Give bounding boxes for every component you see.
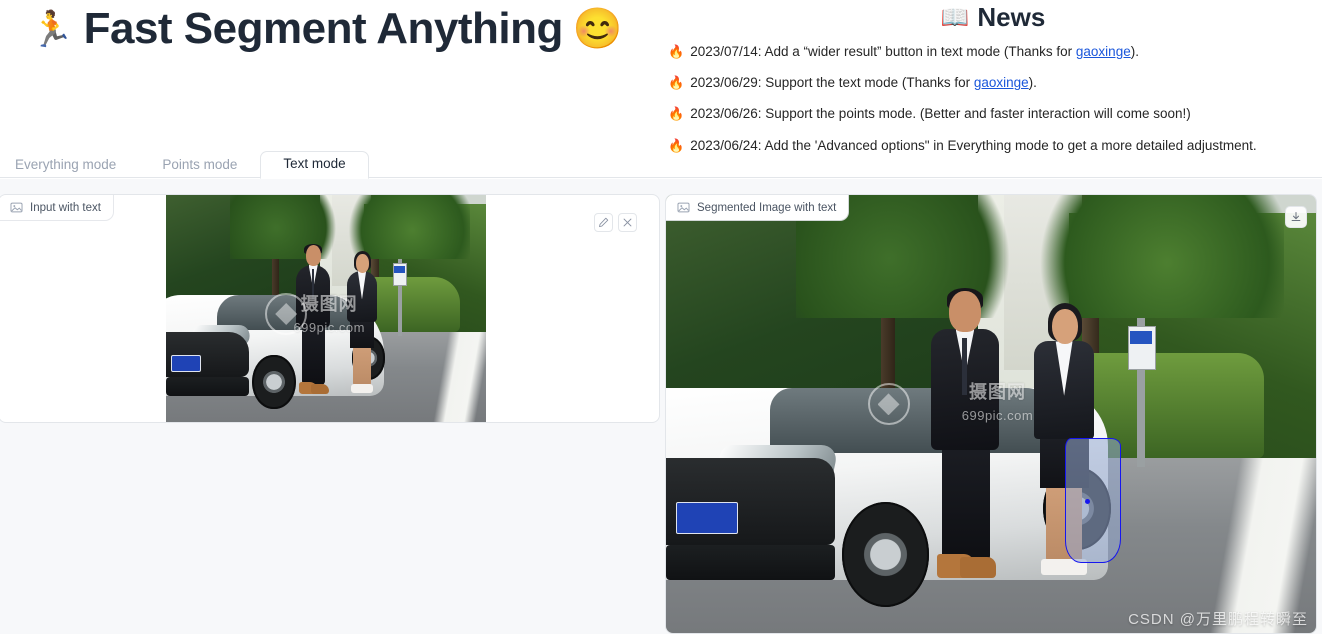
news-item-prefix: 2023/07/14: Add a “wider result” button … [690,44,1076,59]
segmented-image-panel[interactable]: 摄图网 699pic.com CSDN @万里鹏程转瞬至 Segmented I… [665,194,1317,634]
news-item: 🔥 2023/07/14: Add a “wider result” butto… [668,43,1322,61]
news-item-suffix: ). [1028,75,1037,91]
photo-car-wheel-front [252,354,296,410]
news-item-text: 2023/06/26: Support the points mode. (Be… [690,106,1191,122]
stock-watermark-logo [265,293,308,336]
news-item-suffix: ). [1130,44,1139,59]
pencil-icon [599,217,609,228]
mode-tabbar: Everything mode Points mode Text mode [0,150,1322,179]
news-section: 📖 News 🔥 2023/07/14: Add a “wider result… [664,0,1322,168]
news-item-link[interactable]: gaoxinge [1076,44,1131,59]
fire-icon: 🔥 [668,44,685,59]
news-item-prefix: 2023/06/29: Support the text mode (Thank… [690,75,974,91]
news-heading: 📖 News [664,2,1322,33]
app-root: 🏃 Fast Segment Anything 😊 📖 News 🔥 2023/… [0,0,1322,634]
download-image-button[interactable] [1285,206,1307,228]
tab-points-mode[interactable]: Points mode [139,152,260,179]
photo-foliage-right [1023,195,1284,318]
image-icon [10,202,23,213]
output-panel-label-text: Segmented Image with text [697,201,837,214]
news-list: 🔥 2023/07/14: Add a “wider result” butto… [664,43,1322,155]
news-heading-label: News [977,2,1046,32]
input-image-panel[interactable]: Input with text 摄图网 699pic.com [0,194,660,423]
photo-foliage-right [342,195,470,259]
tab-text-mode[interactable]: Text mode [260,150,369,179]
news-item-text: 2023/06/29: Support the text mode (Thank… [690,74,1037,92]
input-panel-label: Input with text [0,195,113,220]
app-title-block: 🏃 Fast Segment Anything 😊 [30,4,623,55]
photo-car-lower-grille [166,377,250,396]
close-icon [623,218,632,227]
news-item: 🔥 2023/06/26: Support the points mode. (… [668,105,1322,123]
input-image-tools [594,213,637,232]
photo-license-plate [675,501,738,535]
output-panel-label: Segmented Image with text [666,195,849,220]
fire-icon: 🔥 [668,75,685,91]
image-icon [677,202,690,213]
fire-icon: 🔥 [668,106,685,122]
photo-car-wheel-front [841,501,930,607]
mode-tabs: Everything mode Points mode Text mode [0,150,369,179]
stock-watermark-logo [867,383,910,426]
photo-person-man [926,288,1004,580]
photo-person-woman [345,251,379,395]
photo-sign-blue [1130,330,1153,344]
news-item-link[interactable]: gaoxinge [974,75,1029,90]
input-photo-content: 摄图网 699pic.com [166,195,486,422]
download-icon [1291,212,1301,221]
smiling-face-icon: 😊 [572,7,623,52]
open-book-icon: 📖 [940,4,970,30]
segmented-image[interactable]: 摄图网 699pic.com CSDN @万里鹏程转瞬至 [666,195,1316,633]
news-item: 🔥 2023/06/29: Support the text mode (Tha… [668,74,1322,92]
news-item-text: 2023/07/14: Add a “wider result” button … [690,43,1139,61]
input-panel-label-text: Input with text [30,201,101,214]
close-image-button[interactable] [618,213,637,232]
input-image[interactable]: 摄图网 699pic.com [166,195,486,422]
edit-image-button[interactable] [594,213,613,232]
tab-everything-mode[interactable]: Everything mode [0,152,139,179]
running-person-icon: 🏃 [30,9,74,49]
photo-car-lower-grille [666,545,835,581]
page-title: Fast Segment Anything [83,4,564,53]
photo-car-windshield [770,387,1056,454]
page-header: 🏃 Fast Segment Anything 😊 📖 News 🔥 2023/… [0,0,1322,153]
photo-license-plate [170,354,202,372]
segmentation-mask [1065,438,1121,563]
photo-sign-blue [394,265,406,273]
segmented-photo-content: 摄图网 699pic.com CSDN @万里鹏程转瞬至 [666,195,1316,633]
workspace: Input with text 摄图网 699pic.com 摄图网 699pi… [0,179,1322,634]
